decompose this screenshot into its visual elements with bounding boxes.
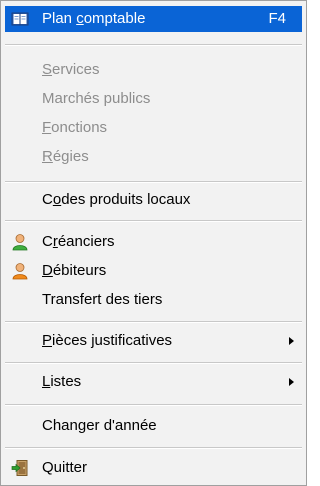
menu-item-label: Créanciers (42, 233, 115, 250)
menu-item-label: Transfert des tiers (42, 291, 163, 308)
menu-item-marches-publics: Marchés publics (5, 86, 302, 112)
person-green-icon (12, 234, 28, 251)
menu-item-pieces-justificatives[interactable]: Pièces justificatives (5, 328, 302, 354)
separator (5, 321, 302, 323)
menu-item-label: Fonctions (42, 119, 108, 136)
context-menu: Plan comptable F4 Services Marchés publi… (0, 0, 307, 486)
menu-item-plan-comptable[interactable]: Plan comptable F4 (5, 6, 302, 32)
submenu-arrow-icon (289, 378, 294, 386)
separator (5, 220, 302, 222)
menu-item-label: Marchés publics (42, 90, 151, 107)
menu-item-label: Quitter (42, 459, 88, 476)
separator (5, 181, 302, 183)
menu-item-label: Listes (42, 373, 82, 390)
separator (5, 404, 302, 406)
menu-item-label: Services (42, 61, 100, 78)
submenu-arrow-icon (289, 337, 294, 345)
separator (5, 447, 302, 449)
menu-item-transfert-des-tiers[interactable]: Transfert des tiers (5, 287, 302, 313)
menu-item-label: Codes produits locaux (42, 191, 191, 208)
menu-item-label: Débiteurs (42, 262, 107, 279)
separator (5, 362, 302, 364)
separator (5, 44, 302, 46)
menu-item-label: Changer d'année (42, 417, 157, 434)
shortcut-label: F4 (268, 10, 286, 27)
menu-item-changer-annee[interactable]: Changer d'année (5, 413, 302, 439)
menu-item-listes[interactable]: Listes (5, 369, 302, 395)
book-icon (11, 12, 29, 26)
menu-item-creanciers[interactable]: Créanciers (5, 229, 302, 255)
person-orange-icon (12, 263, 28, 280)
menu-item-services: Services (5, 57, 302, 83)
menu-item-regies: Régies (5, 144, 302, 170)
exit-door-icon (11, 460, 28, 476)
menu-item-debiteurs[interactable]: Débiteurs (5, 258, 302, 284)
menu-item-label: Régies (42, 148, 89, 165)
menu-item-fonctions: Fonctions (5, 115, 302, 141)
menu-item-label: Pièces justificatives (42, 332, 173, 349)
menu-item-codes-produits-locaux[interactable]: Codes produits locaux (5, 187, 302, 213)
menu-item-label: Plan comptable (42, 10, 146, 27)
menu-item-quitter[interactable]: Quitter (5, 455, 302, 481)
